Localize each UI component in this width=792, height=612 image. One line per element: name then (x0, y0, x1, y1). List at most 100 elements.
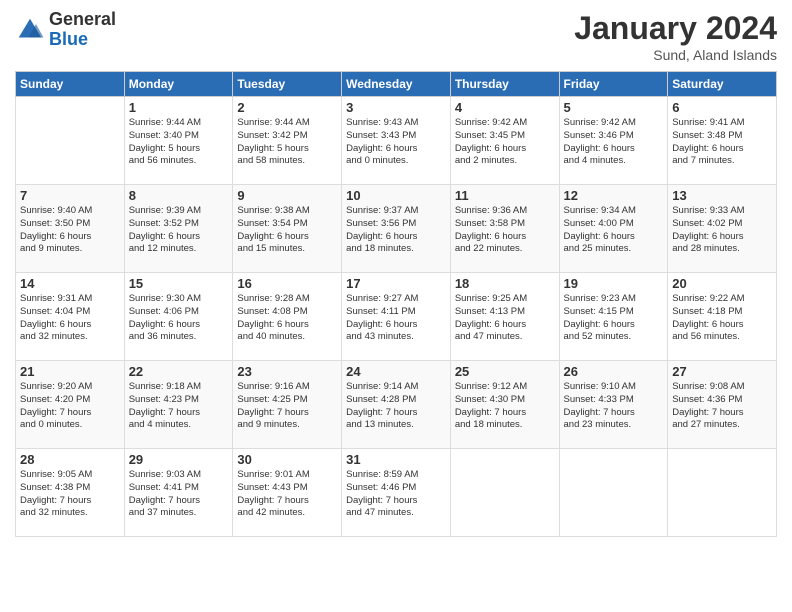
header: General Blue January 2024 Sund, Aland Is… (15, 10, 777, 63)
day-number: 9 (237, 188, 337, 203)
day-number: 27 (672, 364, 772, 379)
day-info: Sunrise: 9:25 AMSunset: 4:13 PMDaylight:… (455, 293, 555, 344)
day-number: 26 (564, 364, 664, 379)
day-number: 23 (237, 364, 337, 379)
day-number: 12 (564, 188, 664, 203)
day-info: Sunrise: 9:28 AMSunset: 4:08 PMDaylight:… (237, 293, 337, 344)
day-info: Sunrise: 9:43 AMSunset: 3:43 PMDaylight:… (346, 117, 446, 168)
day-info: Sunrise: 9:08 AMSunset: 4:36 PMDaylight:… (672, 381, 772, 432)
day-number: 16 (237, 276, 337, 291)
day-cell: 1Sunrise: 9:44 AMSunset: 3:40 PMDaylight… (124, 97, 233, 185)
day-cell: 8 Sunrise: 9:39 AMSunset: 3:52 PMDaylight… (124, 185, 233, 273)
day-cell: 13 Sunrise: 9:33 AMSunset: 4:02 PMDayligh… (668, 185, 777, 273)
day-cell: 19 Sunrise: 9:23 AMSunset: 4:15 PMDayligh… (559, 273, 668, 361)
day-cell: 4Sunrise: 9:42 AMSunset: 3:45 PMDaylight… (450, 97, 559, 185)
day-number: 15 (129, 276, 229, 291)
weekday-header-monday: Monday (124, 72, 233, 97)
day-cell (16, 97, 125, 185)
day-cell: 7Sunrise: 9:40 AMSunset: 3:50 PMDaylight… (16, 185, 125, 273)
day-number: 18 (455, 276, 555, 291)
day-cell: 31Sunrise: 8:59 AMSunset: 4:46 PMDayligh… (342, 449, 451, 537)
day-info: Sunrise: 9:16 AMSunset: 4:25 PMDaylight:… (237, 381, 337, 432)
weekday-header-sunday: Sunday (16, 72, 125, 97)
day-number: 7 (20, 188, 120, 203)
day-number: 25 (455, 364, 555, 379)
day-cell: 14 Sunrise: 9:31 AMSunset: 4:04 PMDayligh… (16, 273, 125, 361)
weekday-header-row: SundayMondayTuesdayWednesdayThursdayFrid… (16, 72, 777, 97)
day-cell: 20 Sunrise: 9:22 AMSunset: 4:18 PMDayligh… (668, 273, 777, 361)
day-number: 8 (129, 188, 229, 203)
day-info: Sunrise: 9:33 AMSunset: 4:02 PMDaylight:… (672, 205, 772, 256)
day-info: Sunrise: 9:22 AMSunset: 4:18 PMDaylight:… (672, 293, 772, 344)
day-cell (559, 449, 668, 537)
week-row-1: 1Sunrise: 9:44 AMSunset: 3:40 PMDaylight… (16, 97, 777, 185)
logo-icon (15, 15, 45, 45)
day-cell: 22 Sunrise: 9:18 AMSunset: 4:23 PMDayligh… (124, 361, 233, 449)
day-number: 13 (672, 188, 772, 203)
weekday-header-friday: Friday (559, 72, 668, 97)
day-info: Sunrise: 9:10 AMSunset: 4:33 PMDaylight:… (564, 381, 664, 432)
day-cell: 24Sunrise: 9:14 AMSunset: 4:28 PMDayligh… (342, 361, 451, 449)
logo-blue-text: Blue (49, 30, 116, 50)
day-number: 30 (237, 452, 337, 467)
location: Sund, Aland Islands (574, 47, 777, 63)
week-row-4: 21 Sunrise: 9:20 AMSunset: 4:20 PMDayligh… (16, 361, 777, 449)
day-number: 3 (346, 100, 446, 115)
day-info: Sunrise: 8:59 AMSunset: 4:46 PMDaylight:… (346, 469, 446, 520)
day-cell: 21 Sunrise: 9:20 AMSunset: 4:20 PMDayligh… (16, 361, 125, 449)
day-info: Sunrise: 9:20 AMSunset: 4:20 PMDaylight:… (20, 381, 120, 432)
day-number: 1 (129, 100, 229, 115)
day-number: 28 (20, 452, 120, 467)
day-number: 20 (672, 276, 772, 291)
day-number: 4 (455, 100, 555, 115)
day-info: Sunrise: 9:34 AMSunset: 4:00 PMDaylight:… (564, 205, 664, 256)
day-cell: 10Sunrise: 9:37 AMSunset: 3:56 PMDayligh… (342, 185, 451, 273)
logo-text: General Blue (49, 10, 116, 50)
day-number: 29 (129, 452, 229, 467)
day-cell: 29 Sunrise: 9:03 AMSunset: 4:41 PMDayligh… (124, 449, 233, 537)
day-number: 11 (455, 188, 555, 203)
day-number: 19 (564, 276, 664, 291)
day-info: Sunrise: 9:38 AMSunset: 3:54 PMDaylight:… (237, 205, 337, 256)
month-title: January 2024 (574, 10, 777, 47)
day-cell: 11Sunrise: 9:36 AMSunset: 3:58 PMDayligh… (450, 185, 559, 273)
day-info: Sunrise: 9:03 AMSunset: 4:41 PMDaylight:… (129, 469, 229, 520)
day-info: Sunrise: 9:39 AMSunset: 3:52 PMDaylight:… (129, 205, 229, 256)
weekday-header-thursday: Thursday (450, 72, 559, 97)
day-cell: 23 Sunrise: 9:16 AMSunset: 4:25 PMDayligh… (233, 361, 342, 449)
day-cell: 30Sunrise: 9:01 AMSunset: 4:43 PMDayligh… (233, 449, 342, 537)
week-row-5: 28 Sunrise: 9:05 AMSunset: 4:38 PMDayligh… (16, 449, 777, 537)
day-info: Sunrise: 9:42 AMSunset: 3:46 PMDaylight:… (564, 117, 664, 168)
day-info: Sunrise: 9:12 AMSunset: 4:30 PMDaylight:… (455, 381, 555, 432)
day-cell: 3 Sunrise: 9:43 AMSunset: 3:43 PMDaylight… (342, 97, 451, 185)
logo-general-text: General (49, 10, 116, 30)
day-info: Sunrise: 9:41 AMSunset: 3:48 PMDaylight:… (672, 117, 772, 168)
day-cell: 27 Sunrise: 9:08 AMSunset: 4:36 PMDayligh… (668, 361, 777, 449)
day-info: Sunrise: 9:18 AMSunset: 4:23 PMDaylight:… (129, 381, 229, 432)
day-info: Sunrise: 9:31 AMSunset: 4:04 PMDaylight:… (20, 293, 120, 344)
day-number: 24 (346, 364, 446, 379)
day-number: 6 (672, 100, 772, 115)
day-cell: 12 Sunrise: 9:34 AMSunset: 4:00 PMDayligh… (559, 185, 668, 273)
day-number: 21 (20, 364, 120, 379)
day-info: Sunrise: 9:37 AMSunset: 3:56 PMDaylight:… (346, 205, 446, 256)
calendar-table: SundayMondayTuesdayWednesdayThursdayFrid… (15, 71, 777, 537)
weekday-header-wednesday: Wednesday (342, 72, 451, 97)
logo: General Blue (15, 10, 116, 50)
week-row-2: 7Sunrise: 9:40 AMSunset: 3:50 PMDaylight… (16, 185, 777, 273)
day-cell: 15Sunrise: 9:30 AMSunset: 4:06 PMDayligh… (124, 273, 233, 361)
day-number: 5 (564, 100, 664, 115)
day-number: 22 (129, 364, 229, 379)
calendar-container: General Blue January 2024 Sund, Aland Is… (0, 0, 792, 612)
day-cell (668, 449, 777, 537)
day-cell (450, 449, 559, 537)
day-cell: 28 Sunrise: 9:05 AMSunset: 4:38 PMDayligh… (16, 449, 125, 537)
day-cell: 26 Sunrise: 9:10 AMSunset: 4:33 PMDayligh… (559, 361, 668, 449)
day-info: Sunrise: 9:23 AMSunset: 4:15 PMDaylight:… (564, 293, 664, 344)
day-number: 14 (20, 276, 120, 291)
day-info: Sunrise: 9:05 AMSunset: 4:38 PMDaylight:… (20, 469, 120, 520)
weekday-header-saturday: Saturday (668, 72, 777, 97)
day-number: 2 (237, 100, 337, 115)
title-block: January 2024 Sund, Aland Islands (574, 10, 777, 63)
day-number: 17 (346, 276, 446, 291)
